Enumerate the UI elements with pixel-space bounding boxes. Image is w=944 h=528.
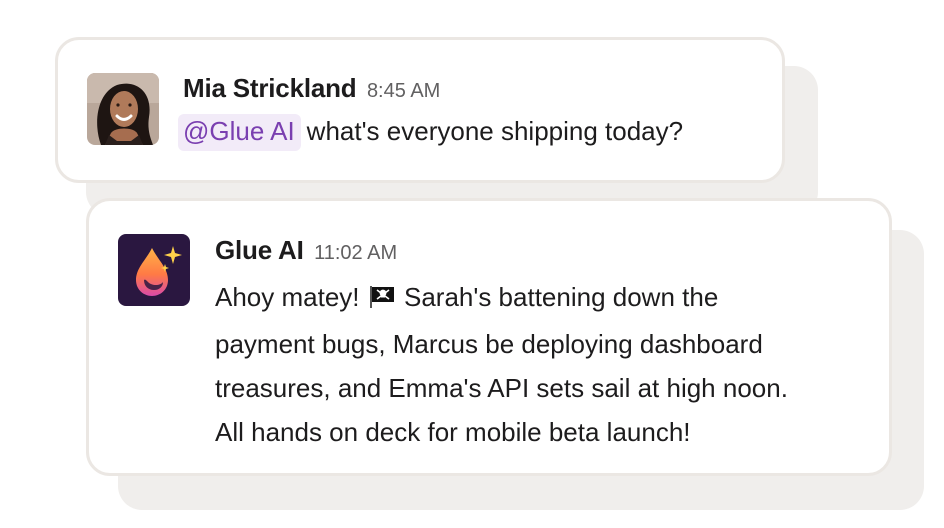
message-line: Ahoy matey! Sarah's battening down the (215, 275, 875, 322)
message-timestamp[interactable]: 11:02 AM (314, 242, 397, 264)
mia-avatar-photo-icon (87, 73, 159, 145)
message-text: what's everyone shipping today? (306, 116, 684, 146)
author-name[interactable]: Glue AI (215, 235, 304, 265)
message-card-mia[interactable]: Mia Strickland 8:45 AM @Glue AI what's ev… (55, 37, 785, 183)
message-header: Mia Strickland 8:45 AM (183, 73, 440, 104)
avatar[interactable] (87, 73, 159, 145)
message-card-glue-ai[interactable]: Glue AI 11:02 AM Ahoy matey! Sarah's bat… (86, 198, 892, 476)
message-line: All hands on deck for mobile beta launch… (215, 417, 691, 447)
message-body: @Glue AI what's everyone shipping today? (178, 114, 683, 151)
message-header: Glue AI 11:02 AM (215, 235, 397, 266)
message-line: treasures, and Emma's API sets sail at h… (215, 373, 788, 403)
glue-ai-logo-icon (118, 234, 190, 306)
message-body: Ahoy matey! Sarah's battening down the p… (215, 275, 875, 454)
pirate-flag-icon (369, 278, 395, 322)
avatar[interactable] (118, 234, 190, 306)
message-line: payment bugs, Marcus be deploying dashbo… (215, 329, 763, 359)
author-name[interactable]: Mia Strickland (183, 73, 357, 103)
message-timestamp[interactable]: 8:45 AM (367, 80, 440, 102)
user-mention[interactable]: @Glue AI (178, 114, 301, 151)
chat-illustration: Mia Strickland 8:45 AM @Glue AI what's ev… (0, 0, 944, 528)
